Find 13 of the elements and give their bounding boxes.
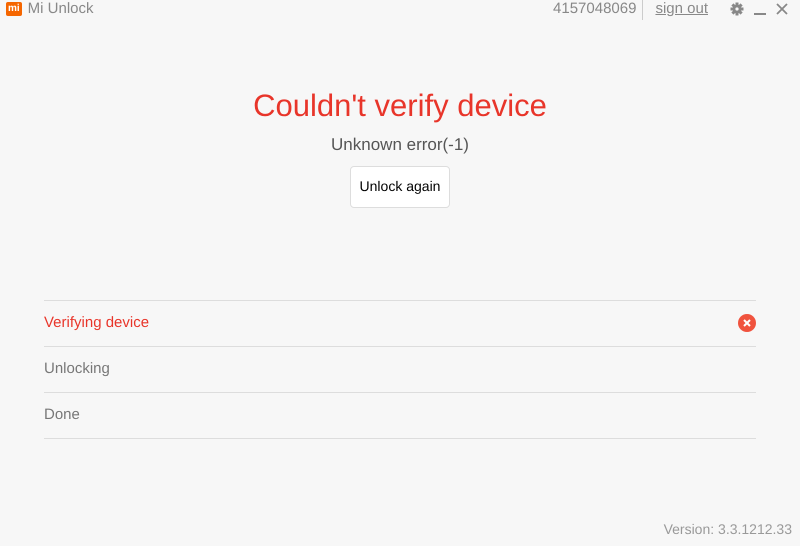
version-label: Version: 3.3.1212.33	[664, 520, 792, 539]
step-label: Done	[44, 404, 80, 425]
step-label: Verifying device	[44, 312, 150, 333]
logo: mi	[6, 2, 22, 16]
settings-icon[interactable]	[730, 2, 744, 16]
window-title: Mi Unlock	[28, 0, 94, 19]
error-heading: Couldn't verify device	[253, 87, 547, 125]
unlock-again-button[interactable]: Unlock again	[350, 166, 450, 208]
step-label: Unlocking	[44, 358, 110, 379]
error-icon	[738, 314, 756, 332]
close-icon[interactable]	[776, 3, 788, 15]
account-id: 4157048069	[553, 0, 644, 20]
error-message: Unknown error(-1)	[331, 134, 469, 156]
